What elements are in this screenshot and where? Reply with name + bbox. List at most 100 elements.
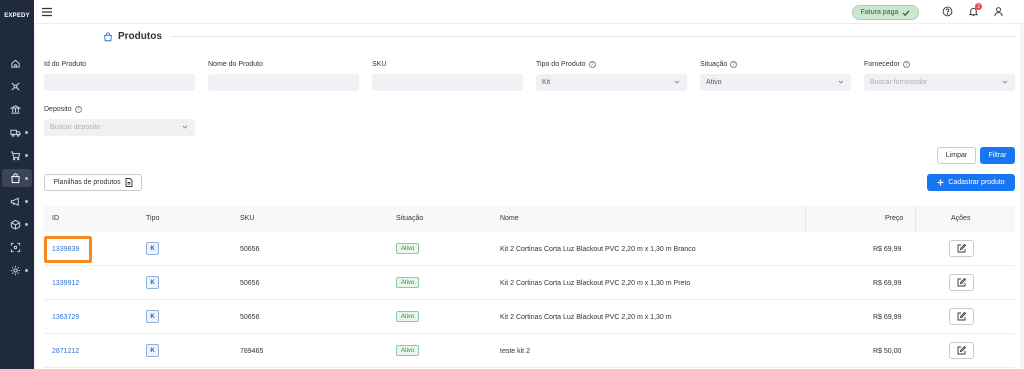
product-id-link[interactable]: 1339839 bbox=[52, 246, 79, 253]
id-input[interactable] bbox=[44, 74, 195, 91]
cart-icon bbox=[10, 150, 21, 160]
sidebar-item-hub[interactable] bbox=[0, 77, 34, 95]
header-status[interactable]: Situação bbox=[396, 215, 423, 222]
header-sku[interactable]: SKU bbox=[240, 215, 254, 222]
sidebar: EXPEDY bbox=[0, 0, 34, 369]
product-sku: 50656 bbox=[240, 314, 260, 321]
supplier-select[interactable]: Buscar fornecedor bbox=[864, 74, 1015, 91]
help-icon[interactable]: ? bbox=[588, 61, 596, 68]
edit-icon bbox=[957, 312, 966, 321]
type-badge: K bbox=[146, 276, 159, 289]
table-row[interactable]: 1363729 K 50656 Ativo Kit 2 Cortinas Cor… bbox=[44, 301, 1015, 334]
document-icon bbox=[125, 178, 133, 187]
status-badge: Ativo bbox=[396, 277, 420, 288]
sidebar-item-marketing[interactable] bbox=[0, 192, 34, 210]
sku-label: SKU bbox=[372, 61, 387, 68]
add-product-button[interactable]: Cadastrar produto bbox=[927, 174, 1015, 191]
header-price[interactable]: Preço bbox=[885, 215, 903, 222]
help-icon[interactable] bbox=[942, 6, 953, 17]
expand-arrow-icon bbox=[25, 154, 28, 157]
type-select[interactable]: Kit bbox=[536, 74, 687, 91]
sidebar-item-shipping[interactable] bbox=[0, 123, 34, 141]
product-price: R$ 50,00 bbox=[873, 348, 902, 355]
sidebar-item-products[interactable] bbox=[2, 169, 32, 187]
supplier-placeholder: Buscar fornecedor bbox=[870, 79, 928, 86]
edit-icon bbox=[957, 346, 966, 355]
chevron-down-icon bbox=[182, 125, 188, 129]
expand-arrow-icon bbox=[25, 200, 28, 203]
header-name[interactable]: Nome bbox=[500, 215, 519, 222]
deposit-label: Deposito? bbox=[44, 106, 82, 113]
sidebar-item-bank[interactable] bbox=[0, 100, 34, 118]
status-label: Situação? bbox=[700, 61, 738, 68]
product-id-link[interactable]: 1339912 bbox=[52, 280, 79, 287]
help-icon[interactable]: ? bbox=[74, 106, 82, 113]
product-id-link[interactable]: 1363729 bbox=[52, 314, 79, 321]
product-name: Kit 2 Cortinas Corta Luz Blackout PVC 2,… bbox=[500, 314, 672, 321]
invoice-paid-badge[interactable]: Fatura paga bbox=[852, 5, 919, 20]
box-icon bbox=[10, 219, 21, 230]
header-type[interactable]: Tipo bbox=[146, 215, 159, 222]
edit-button[interactable] bbox=[949, 308, 974, 325]
column-divider bbox=[805, 206, 806, 232]
edit-button[interactable] bbox=[949, 342, 974, 359]
truck-icon bbox=[10, 129, 21, 137]
product-name: Kit 2 Cortinas Corta Luz Blackout PVC 2,… bbox=[500, 280, 691, 287]
edit-button[interactable] bbox=[949, 274, 974, 291]
filter-button[interactable]: Filtrar bbox=[980, 147, 1015, 164]
page-title: Produtos bbox=[103, 31, 162, 42]
supplier-label: Fornecedor? bbox=[864, 61, 910, 68]
expand-arrow-icon bbox=[25, 223, 28, 226]
product-name: Kit 2 Cortinas Corta Luz Blackout PVC 2,… bbox=[500, 246, 696, 253]
product-price: R$ 69,99 bbox=[873, 246, 902, 253]
table-header: ID Tipo SKU Situação Nome Preço Ações bbox=[44, 206, 1015, 232]
chevron-down-icon bbox=[838, 80, 844, 84]
table-row[interactable]: 1339912 K 50656 Ativo Kit 2 Cortinas Cor… bbox=[44, 267, 1015, 300]
column-divider bbox=[915, 206, 916, 232]
spreadsheets-button[interactable]: Planilhas de produtos bbox=[44, 174, 142, 191]
id-label: Id do Produto bbox=[44, 61, 87, 68]
deposit-placeholder: Buscar deposito bbox=[50, 124, 101, 131]
help-icon[interactable]: ? bbox=[730, 61, 738, 68]
name-input[interactable] bbox=[208, 74, 359, 91]
help-icon[interactable]: ? bbox=[902, 61, 910, 68]
bank-icon bbox=[10, 104, 21, 114]
chevron-down-icon bbox=[1002, 80, 1008, 84]
edit-icon bbox=[957, 278, 966, 287]
check-icon bbox=[902, 9, 910, 16]
chevron-down-icon bbox=[674, 80, 680, 84]
bag-icon bbox=[11, 172, 20, 183]
status-badge: Ativo bbox=[396, 345, 420, 356]
header-id[interactable]: ID bbox=[52, 215, 59, 222]
deposit-select[interactable]: Buscar deposito bbox=[44, 119, 195, 136]
sidebar-item-scanner[interactable] bbox=[0, 238, 34, 256]
gear-icon bbox=[10, 265, 21, 275]
type-select-value: Kit bbox=[542, 79, 551, 86]
product-sku: 50656 bbox=[240, 246, 260, 253]
sku-input[interactable] bbox=[372, 74, 523, 91]
plus-icon bbox=[937, 179, 944, 186]
sidebar-item-inventory[interactable] bbox=[0, 215, 34, 233]
clear-button[interactable]: Limpar bbox=[937, 147, 976, 164]
name-label: Nome do Produto bbox=[208, 61, 263, 68]
sidebar-item-home[interactable] bbox=[0, 54, 34, 72]
header-actions: Ações bbox=[951, 215, 971, 222]
sidebar-item-sales[interactable] bbox=[0, 146, 34, 164]
product-id-link[interactable]: 2871212 bbox=[52, 348, 79, 355]
page-title-text: Produtos bbox=[118, 31, 162, 42]
table-row[interactable]: 2871212 K 789465 Ativo teste kit 2 R$ 50… bbox=[44, 335, 1015, 368]
user-icon[interactable] bbox=[993, 6, 1004, 17]
status-select[interactable]: Ativo bbox=[700, 74, 851, 91]
invoice-paid-label: Fatura paga bbox=[860, 9, 899, 16]
product-price: R$ 69,99 bbox=[873, 280, 902, 287]
menu-icon[interactable] bbox=[42, 7, 52, 17]
product-sku: 789465 bbox=[240, 348, 264, 355]
status-badge: Ativo bbox=[396, 311, 420, 322]
expand-arrow-icon bbox=[25, 269, 28, 272]
table-row[interactable]: 1339839 K 50656 Ativo Kit 2 Cortinas Cor… bbox=[44, 233, 1015, 266]
title-divider bbox=[170, 36, 1015, 37]
product-name: teste kit 2 bbox=[500, 348, 530, 355]
sidebar-item-settings[interactable] bbox=[0, 261, 34, 279]
bag-icon bbox=[104, 31, 112, 41]
edit-button[interactable] bbox=[949, 240, 974, 257]
